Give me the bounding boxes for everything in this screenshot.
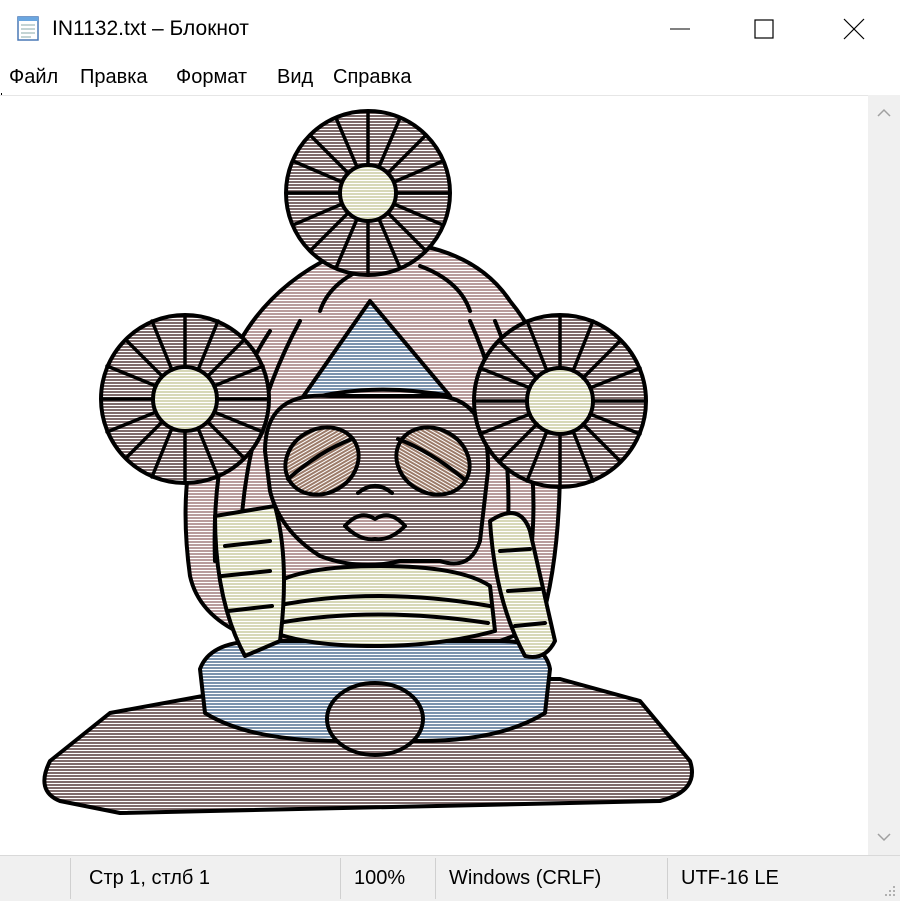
title-bar[interactable]: IN1132.txt – Блокнот bbox=[0, 0, 900, 57]
status-separator bbox=[70, 858, 71, 899]
scroll-down-button[interactable] bbox=[868, 821, 900, 853]
minimize-button[interactable] bbox=[634, 0, 726, 57]
status-cursor-position: Стр 1, стлб 1 bbox=[89, 867, 211, 889]
vertical-scrollbar[interactable] bbox=[868, 95, 900, 855]
menu-format[interactable]: Формат bbox=[176, 65, 247, 89]
menu-bar: Файл Правка Формат Вид Справка bbox=[0, 57, 900, 95]
menu-help[interactable]: Справка bbox=[333, 65, 411, 89]
ascii-art-figure bbox=[42, 109, 694, 815]
scroll-up-button[interactable] bbox=[868, 97, 900, 129]
scroll-down-arrow-icon bbox=[877, 833, 891, 842]
status-separator bbox=[667, 858, 668, 899]
menu-file[interactable]: Файл bbox=[9, 65, 58, 89]
scroll-up-arrow-icon bbox=[877, 108, 891, 117]
status-line-endings: Windows (CRLF) bbox=[449, 867, 602, 889]
close-icon bbox=[843, 18, 865, 39]
status-zoom: 100% bbox=[354, 867, 406, 889]
notepad-icon bbox=[17, 16, 39, 41]
maximize-button[interactable] bbox=[718, 0, 810, 57]
resize-grip-icon[interactable] bbox=[882, 883, 896, 897]
minimize-icon bbox=[670, 28, 690, 29]
status-encoding: UTF-16 LE bbox=[681, 867, 779, 889]
maximize-icon bbox=[754, 18, 774, 39]
close-button[interactable] bbox=[808, 0, 900, 57]
menu-view[interactable]: Вид bbox=[277, 65, 313, 89]
status-separator bbox=[435, 858, 436, 899]
status-bar: Стр 1, стлб 1 100% Windows (CRLF) UTF-16… bbox=[0, 855, 900, 901]
status-separator bbox=[340, 858, 341, 899]
menu-edit[interactable]: Правка bbox=[80, 65, 148, 89]
text-editor-area[interactable] bbox=[0, 95, 868, 856]
window-title: IN1132.txt – Блокнот bbox=[52, 17, 249, 40]
